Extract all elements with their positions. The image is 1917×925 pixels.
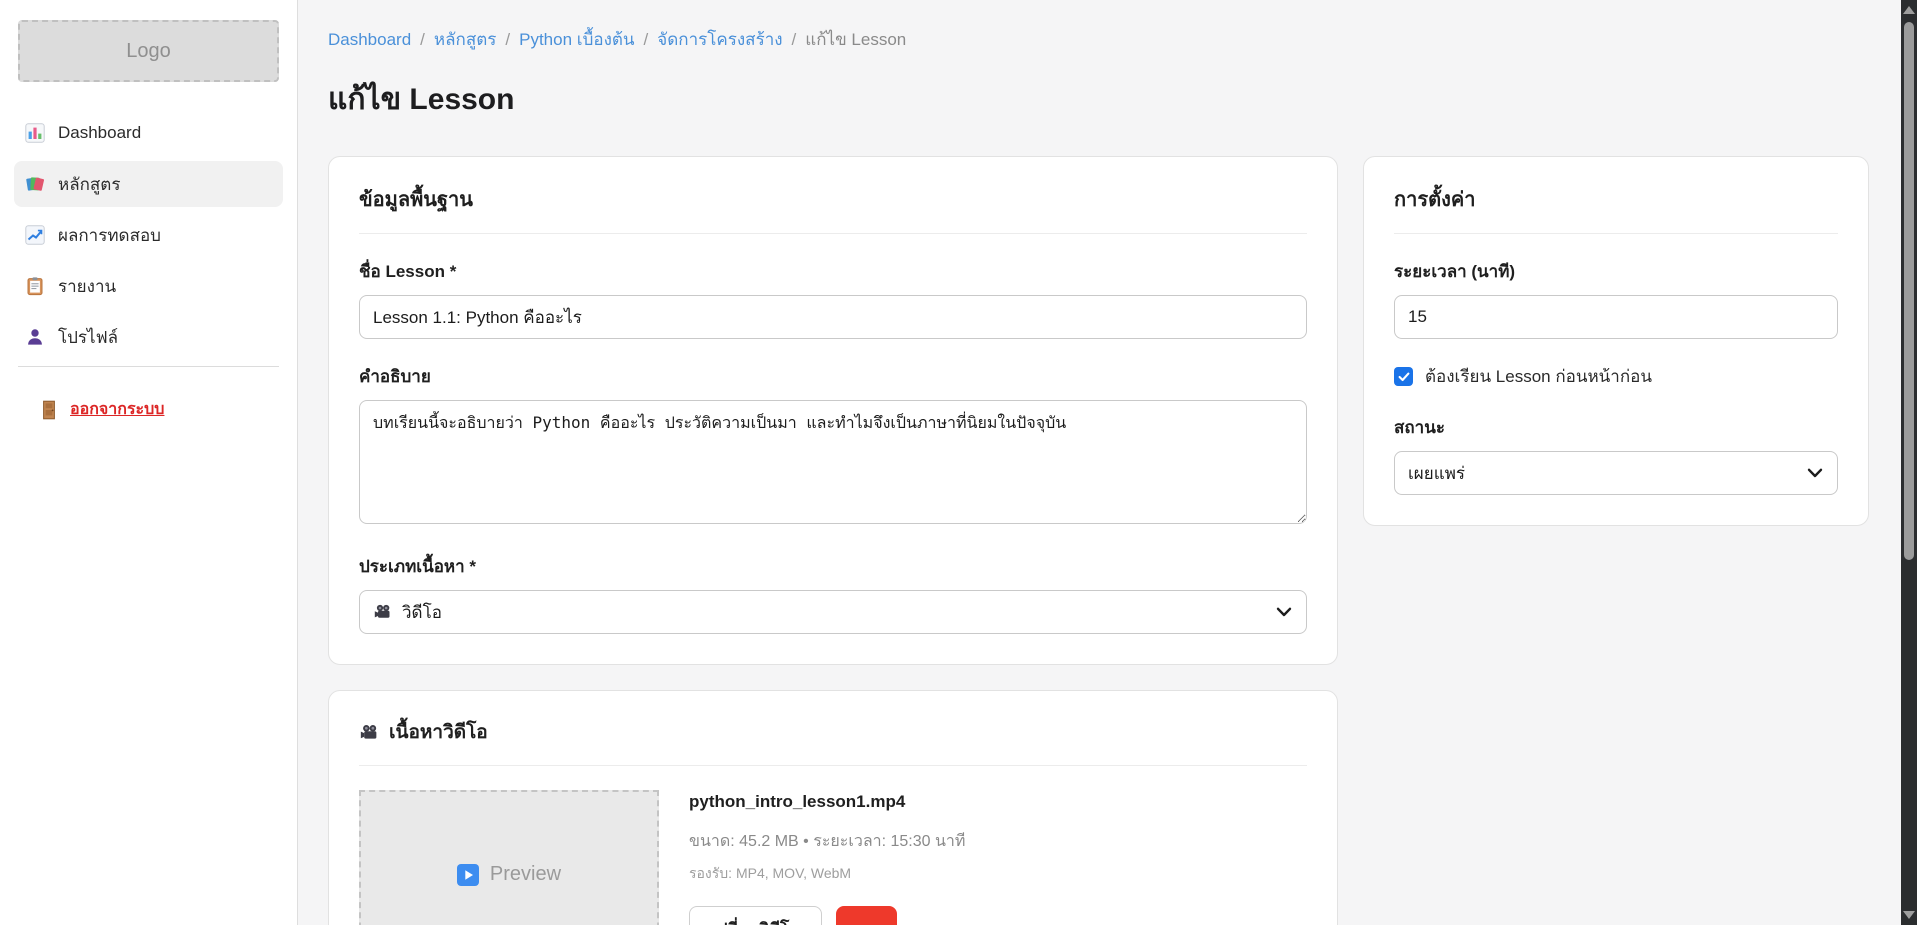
prerequisite-checkbox[interactable] [1394, 367, 1413, 386]
duration-label: ระยะเวลา (นาที) [1394, 258, 1838, 285]
breadcrumb-separator: / [792, 30, 797, 50]
sidebar-item-label: Dashboard [58, 123, 141, 143]
settings-card: การตั้งค่า ระยะเวลา (นาที) ต้องเรียน Les… [1363, 156, 1869, 526]
status-value: เผยแพร่ [1408, 460, 1465, 487]
logout-link[interactable]: ออกจากระบบ [39, 397, 297, 422]
clipboard-icon [25, 276, 45, 296]
sidebar-divider [18, 366, 279, 367]
chart-up-icon [25, 225, 45, 245]
scrollbar-down-arrow[interactable] [1903, 911, 1915, 919]
play-icon [457, 864, 479, 886]
sidebar-item-label: ผลการทดสอบ [58, 222, 161, 249]
description-textarea[interactable]: บทเรียนนี้จะอธิบายว่า Python คืออะไร ประ… [359, 400, 1307, 524]
sidebar-item-profile[interactable]: โปรไฟล์ [14, 314, 283, 360]
lesson-name-input[interactable] [359, 295, 1307, 339]
breadcrumb-separator: / [505, 30, 510, 50]
sidebar-item-label: โปรไฟล์ [58, 324, 118, 351]
video-file-info: python_intro_lesson1.mp4 ขนาด: 45.2 MB •… [689, 790, 965, 925]
description-label: คำอธิบาย [359, 363, 1307, 390]
video-supported-formats: รองรับ: MP4, MOV, WebM [689, 863, 965, 885]
content-type-select[interactable]: วิดีโอ [359, 590, 1307, 634]
video-card-title: เนื้อหาวิดีโอ [389, 717, 488, 747]
settings-card-title: การตั้งค่า [1394, 183, 1838, 234]
vertical-scrollbar[interactable] [1901, 0, 1917, 925]
content-type-value: วิดีโอ [402, 599, 442, 626]
basic-info-card: ข้อมูลพื้นฐาน ชื่อ Lesson * คำอธิบาย บทเ… [328, 156, 1338, 665]
sidebar-nav: Dashboard หลักสูตร ผลการทดสอบ รายงาน โปร… [0, 110, 297, 360]
movie-camera-icon [373, 602, 393, 622]
lesson-name-label: ชื่อ Lesson * [359, 258, 1307, 285]
video-content-card: เนื้อหาวิดีโอ Preview python_intro_lesso… [328, 690, 1338, 925]
breadcrumb-link-course[interactable]: Python เบื้องต้น [519, 26, 634, 53]
sidebar-item-label: รายงาน [58, 273, 116, 300]
logo-text: Logo [126, 40, 171, 63]
duration-input[interactable] [1394, 295, 1838, 339]
video-meta: ขนาด: 45.2 MB • ระยะเวลา: 15:30 นาที [689, 829, 965, 854]
sidebar-item-courses[interactable]: หลักสูตร [14, 161, 283, 207]
chevron-down-icon [1807, 468, 1823, 478]
change-video-button[interactable]: เปลี่ยนวิดีโอ [689, 906, 822, 925]
status-label: สถานะ [1394, 414, 1838, 441]
breadcrumb-link-courses[interactable]: หลักสูตร [434, 26, 496, 53]
breadcrumb-current: แก้ไข Lesson [805, 26, 906, 53]
sidebar-item-reports[interactable]: รายงาน [14, 263, 283, 309]
books-icon [25, 174, 45, 194]
sidebar-item-label: หลักสูตร [58, 171, 120, 198]
content-type-label: ประเภทเนื้อหา * [359, 553, 1307, 580]
movie-camera-icon [359, 722, 379, 742]
prerequisite-label: ต้องเรียน Lesson ก่อนหน้าก่อน [1425, 363, 1652, 390]
breadcrumb-separator: / [420, 30, 425, 50]
bar-chart-icon [25, 123, 45, 143]
video-preview[interactable]: Preview [359, 790, 659, 925]
chevron-down-icon [1276, 607, 1292, 617]
logout-label: ออกจากระบบ [70, 397, 164, 422]
breadcrumb-separator: / [644, 30, 649, 50]
scrollbar-up-arrow[interactable] [1903, 6, 1915, 14]
breadcrumb-link-structure[interactable]: จัดการโครงสร้าง [657, 26, 782, 53]
breadcrumb-link-dashboard[interactable]: Dashboard [328, 30, 411, 50]
page-title: แก้ไข Lesson [328, 76, 1869, 123]
delete-video-button[interactable]: ลบ [836, 906, 897, 925]
logo-placeholder: Logo [18, 20, 279, 82]
basic-info-card-title: ข้อมูลพื้นฐาน [359, 183, 1307, 234]
status-select[interactable]: เผยแพร่ [1394, 451, 1838, 495]
main-content: Dashboard / หลักสูตร / Python เบื้องต้น … [298, 0, 1901, 925]
video-filename: python_intro_lesson1.mp4 [689, 792, 965, 812]
scrollbar-thumb[interactable] [1904, 22, 1914, 560]
breadcrumb: Dashboard / หลักสูตร / Python เบื้องต้น … [328, 26, 1869, 53]
door-icon [39, 400, 59, 420]
sidebar-item-test-results[interactable]: ผลการทดสอบ [14, 212, 283, 258]
person-icon [25, 327, 45, 347]
sidebar: Logo Dashboard หลักสูตร ผลการทดสอบ รายงา… [0, 0, 298, 925]
preview-label: Preview [490, 863, 561, 886]
sidebar-item-dashboard[interactable]: Dashboard [14, 110, 283, 156]
